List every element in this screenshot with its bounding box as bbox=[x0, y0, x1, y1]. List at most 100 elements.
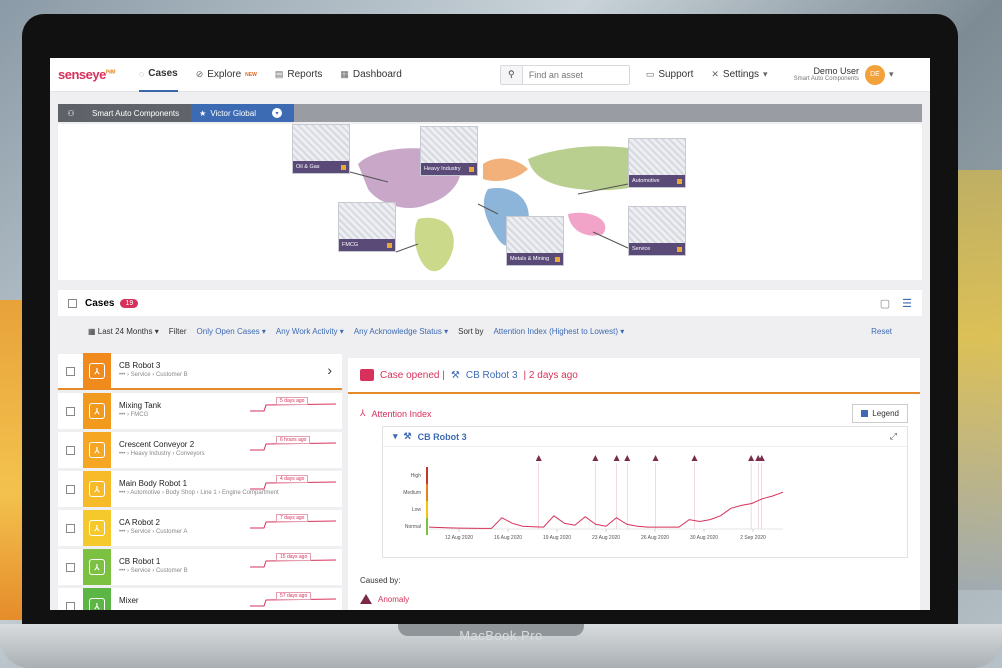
laptop-brand: MacBook Pro bbox=[459, 628, 543, 643]
chart-title: CB Robot 3 bbox=[417, 431, 467, 442]
sparkline: 15 days ago bbox=[250, 553, 337, 575]
attention-index-icon: ⅄ bbox=[360, 408, 366, 418]
support-link[interactable]: ▭ Support bbox=[646, 58, 694, 92]
map-tile-service[interactable]: Service bbox=[628, 206, 686, 256]
nav-cases[interactable]: ◌ Cases bbox=[138, 58, 178, 92]
europe-shape bbox=[483, 158, 528, 181]
user-info[interactable]: Demo User Smart Auto Components bbox=[794, 66, 859, 84]
status-dot bbox=[555, 256, 560, 262]
map-tile-heavy-industry[interactable]: Heavy Industry bbox=[420, 126, 478, 176]
sort-label: Sort by bbox=[458, 326, 484, 336]
case-list-item[interactable]: ⅄ Mixing Tank ••• › FMCG 5 days ago bbox=[58, 393, 342, 429]
work-activity-dropdown[interactable]: Any Work Activity ▾ bbox=[276, 327, 344, 336]
nav-dashboard[interactable]: ▦ Dashboard bbox=[340, 58, 401, 92]
caret-down-icon[interactable]: ▾ bbox=[889, 69, 894, 80]
breadcrumb-victor-global[interactable]: ★ Victor Global ▾ bbox=[191, 104, 294, 122]
case-list-item[interactable]: ⅄ CB Robot 3 ••• › Service › Customer B › bbox=[58, 353, 342, 390]
case-age: | 2 days ago bbox=[523, 369, 578, 381]
avatar[interactable]: DE bbox=[864, 64, 885, 85]
case-name: CB Robot 3 bbox=[119, 361, 161, 370]
case-checkbox[interactable] bbox=[66, 523, 75, 533]
case-age-badge: 6 hours ago bbox=[276, 436, 311, 444]
case-age-badge: 15 days ago bbox=[276, 553, 312, 561]
cases-count-badge: 19 bbox=[120, 298, 139, 308]
top-nav: senseyePdM ◌ Cases ⊘ Explore NEW ▤ Reports ▦… bbox=[50, 58, 930, 92]
y-level-label: Normal bbox=[405, 524, 421, 530]
filter-sliders-icon[interactable]: ☰ bbox=[902, 297, 912, 310]
expand-icon[interactable]: ⤢ bbox=[890, 431, 897, 442]
chevron-down-icon[interactable]: ▾ bbox=[271, 108, 282, 118]
settings-menu[interactable]: ✕ Settings ▾ bbox=[711, 58, 767, 92]
case-list-item[interactable]: ⅄ Main Body Robot 1 ••• › Automotive › Bod… bbox=[58, 471, 342, 507]
sparkline: 7 days ago bbox=[250, 514, 337, 536]
map-tile-automotive[interactable]: Automotive bbox=[628, 138, 686, 188]
industry-image bbox=[339, 203, 395, 239]
legend-icon bbox=[861, 410, 869, 417]
case-list-item[interactable]: ⅄ Mixer 57 days ago bbox=[58, 588, 342, 610]
collapse-caret-icon[interactable]: ▾ bbox=[393, 431, 398, 442]
case-checkbox[interactable] bbox=[66, 445, 75, 455]
map-tile-fmcg[interactable]: FMCG bbox=[338, 202, 396, 252]
cases-header: Cases 19 ▢ ☰ bbox=[58, 290, 922, 316]
attention-index-icon: ⅄ bbox=[89, 559, 105, 575]
severity-badge: ⅄ bbox=[83, 588, 111, 610]
case-checkbox[interactable] bbox=[66, 366, 75, 376]
attention-line bbox=[428, 491, 784, 529]
y-level-label: High bbox=[411, 473, 422, 479]
world-map bbox=[349, 146, 678, 272]
industry-image bbox=[629, 207, 685, 243]
attention-index-icon: ⅄ bbox=[89, 403, 105, 419]
legend-button[interactable]: Legend bbox=[852, 404, 908, 423]
acknowledge-dropdown[interactable]: Any Acknowledge Status ▾ bbox=[354, 327, 448, 336]
case-list-item[interactable]: ⅄ CB Robot 1 ••• › Service › Customer B 15 … bbox=[58, 549, 342, 585]
app-logo[interactable]: senseyePdM bbox=[58, 67, 115, 82]
case-checkbox[interactable] bbox=[66, 601, 75, 610]
cause-anomaly[interactable]: Anomaly bbox=[360, 594, 409, 604]
map-tile-oil-gas[interactable]: Oil & Gas bbox=[292, 124, 350, 174]
breadcrumb-smart-auto[interactable]: Smart Auto Components bbox=[84, 104, 192, 122]
case-list-item[interactable]: ⅄ CA Robot 2 ••• › Service › Customer A7 d… bbox=[58, 510, 342, 546]
case-list-item[interactable]: ⅄ Crescent Conveyor 2 ••• › Heavy Industry… bbox=[58, 432, 342, 468]
y-level-label: Medium bbox=[403, 490, 421, 496]
chart-header: ▾ ⚒ CB Robot 3 ⤢ bbox=[383, 427, 907, 447]
level-color-bar bbox=[426, 518, 428, 535]
map-tile-metals-mining[interactable]: Metals & Mining bbox=[506, 216, 564, 266]
user-name: Demo User bbox=[813, 65, 859, 76]
case-asset-link[interactable]: CB Robot 3 bbox=[466, 370, 518, 381]
x-tick-label: 23 Aug 2020 bbox=[592, 535, 620, 541]
alert-marker bbox=[652, 455, 659, 461]
case-checkbox[interactable] bbox=[66, 562, 75, 572]
chevron-right-icon[interactable]: › bbox=[327, 362, 332, 378]
select-all-checkbox[interactable] bbox=[68, 298, 77, 308]
alert-marker bbox=[748, 455, 755, 461]
case-checkbox[interactable] bbox=[66, 484, 75, 494]
severity-badge: ⅄ bbox=[83, 510, 111, 546]
case-detail-header: Case opened | ⚒ CB Robot 3 | 2 days ago bbox=[348, 358, 920, 394]
chat-icon[interactable]: ▢ bbox=[880, 297, 890, 310]
hierarchy-icon[interactable]: ⚇ bbox=[58, 104, 84, 122]
search-input[interactable] bbox=[522, 65, 629, 84]
level-color-bar bbox=[426, 484, 428, 501]
case-opened-label: Case opened | bbox=[380, 369, 445, 381]
nav-reports[interactable]: ▤ Reports bbox=[275, 58, 323, 92]
case-age-badge: 7 days ago bbox=[276, 514, 309, 522]
x-tick-label: 12 Aug 2020 bbox=[445, 535, 473, 541]
attention-index-icon: ⅄ bbox=[89, 598, 105, 610]
user-org: Smart Auto Components bbox=[793, 76, 859, 83]
alert-marker bbox=[592, 455, 599, 461]
industry-image bbox=[629, 139, 685, 175]
star-icon: ★ bbox=[199, 108, 207, 118]
breadcrumb: ⚇ Smart Auto Components ★ Victor Global ▾ bbox=[58, 104, 922, 122]
sort-dropdown[interactable]: Attention Index (Highest to Lowest) ▾ bbox=[493, 327, 624, 336]
reset-button[interactable]: Reset bbox=[871, 327, 892, 336]
cases-icon: ◌ bbox=[138, 68, 145, 79]
y-level-label: Low bbox=[412, 507, 422, 513]
period-dropdown[interactable]: ▦ Last 24 Months ▾ bbox=[88, 327, 159, 336]
nav-explore[interactable]: ⊘ Explore NEW bbox=[196, 58, 257, 92]
caret-down-icon: ▾ bbox=[763, 69, 768, 79]
search-icon[interactable]: ⚲ bbox=[500, 65, 523, 84]
case-checkbox[interactable] bbox=[66, 406, 75, 416]
alert-marker bbox=[535, 455, 542, 461]
case-path: ••• › Service › Customer B bbox=[119, 372, 188, 378]
open-cases-dropdown[interactable]: Only Open Cases ▾ bbox=[197, 327, 266, 336]
